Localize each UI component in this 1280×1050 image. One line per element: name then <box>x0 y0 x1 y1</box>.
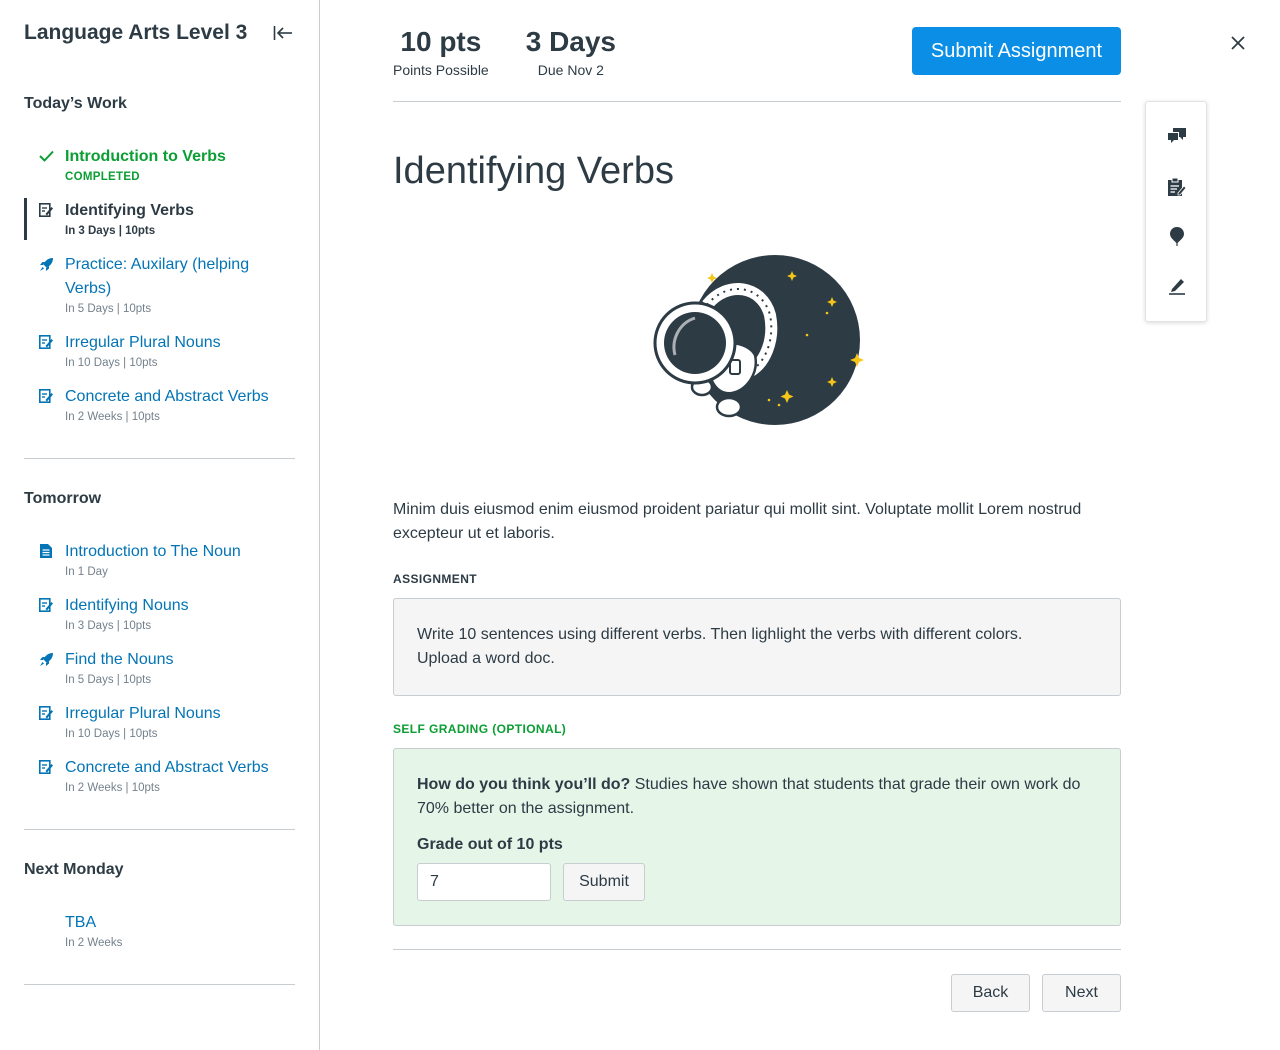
back-button[interactable]: Back <box>951 974 1030 1012</box>
assignment-main: 10 pts Points Possible 3 Days Due Nov 2 … <box>393 0 1121 1012</box>
submit-assignment-button[interactable]: Submit Assignment <box>912 27 1121 75</box>
sidebar-item-label: Identifying Verbs <box>65 202 194 219</box>
sidebar-item-concrete-and-abstract-verbs-2[interactable]: Concrete and Abstract Verbs In 2 Weeks |… <box>24 755 295 809</box>
astronaut-moon-image <box>653 255 864 425</box>
due-label: Due Nov 2 <box>537 62 604 78</box>
sidebar-item-label: Introduction to The Noun <box>65 543 241 560</box>
points-stat: 10 pts Points Possible <box>393 26 489 80</box>
sidebar-item-meta: In 3 Days | 10pts <box>65 620 152 632</box>
assignment-icon <box>38 334 54 350</box>
grade-input[interactable] <box>417 863 551 901</box>
assignment-icon <box>38 597 54 613</box>
points-label: Points Possible <box>393 62 489 78</box>
section-tomorrow: Tomorrow Introduction to The Noun In 1 D… <box>24 459 295 830</box>
assignment-header: 10 pts Points Possible 3 Days Due Nov 2 … <box>393 0 1121 102</box>
annotate-button[interactable] <box>1167 276 1187 296</box>
rocket-icon <box>38 256 54 272</box>
assignment-instructions: Write 10 sentences using different verbs… <box>393 598 1121 696</box>
tool-tray <box>1145 101 1207 322</box>
chat-bubbles-icon <box>1168 127 1186 143</box>
document-icon <box>38 543 54 559</box>
collapse-left-icon <box>273 26 292 40</box>
close-button[interactable] <box>1227 32 1249 54</box>
sidebar-item-label: Identifying Nouns <box>65 597 189 614</box>
sidebar-header: Language Arts Level 3 <box>24 0 295 64</box>
checkmark-icon <box>38 148 54 164</box>
assignment-text-line-1: Write 10 sentences using different verbs… <box>417 626 1023 643</box>
points-value: 10 pts <box>400 26 482 57</box>
sidebar-item-identifying-verbs[interactable]: Identifying Verbs In 3 Days | 10pts <box>24 198 295 252</box>
notes-icon <box>1168 178 1186 196</box>
notes-button[interactable] <box>1167 177 1187 197</box>
pencil-icon <box>1169 279 1185 295</box>
sidebar-item-irregular-plural-nouns[interactable]: Irregular Plural Nouns In 10 Days | 10pt… <box>24 330 295 384</box>
assignment-icon <box>38 705 54 721</box>
section-title: Today’s Work <box>24 95 127 112</box>
assignment-icon <box>38 759 54 775</box>
location-button[interactable] <box>1167 226 1187 246</box>
next-button[interactable]: Next <box>1042 974 1121 1012</box>
sidebar-item-concrete-and-abstract-verbs[interactable]: Concrete and Abstract Verbs In 2 Weeks |… <box>24 384 295 438</box>
astronaut-illustration <box>393 250 1121 450</box>
self-grading-prompt: How do you think you’ll do? Studies have… <box>417 773 1097 821</box>
sidebar-item-meta: In 10 Days | 10pts <box>65 357 158 369</box>
sidebar: Language Arts Level 3 Today’s Work Intro… <box>0 0 320 1050</box>
assignment-icon <box>38 388 54 404</box>
sidebar-item-meta: In 2 Weeks <box>65 937 123 949</box>
course-title: Language Arts Level 3 <box>24 21 248 44</box>
self-grading-heading: SELF GRADING (OPTIONAL) <box>393 722 567 736</box>
grade-label: Grade out of 10 pts <box>417 836 563 853</box>
section-title: Next Monday <box>24 861 124 878</box>
sidebar-item-meta: In 2 Weeks | 10pts <box>65 411 160 423</box>
sidebar-item-label: Introduction to Verbs <box>65 148 226 165</box>
sidebar-item-meta: In 5 Days | 10pts <box>65 303 152 315</box>
assignment-text-line-2: Upload a word doc. <box>417 650 555 667</box>
sidebar-item-tba[interactable]: TBA In 2 Weeks <box>24 910 295 964</box>
close-icon <box>1231 36 1245 50</box>
sidebar-item-label: Concrete and Abstract Verbs <box>65 759 269 776</box>
assignment-description: Minim duis eiusmod enim eiusmod proident… <box>393 501 1082 542</box>
grade-row: Submit <box>417 863 1097 901</box>
due-value: 3 Days <box>525 26 617 57</box>
rocket-icon <box>38 651 54 667</box>
self-grading-question: How do you think you’ll do? <box>417 776 631 793</box>
sidebar-item-introduction-to-the-noun[interactable]: Introduction to The Noun In 1 Day <box>24 539 295 593</box>
sidebar-item-status: COMPLETED <box>65 171 140 183</box>
due-stat: 3 Days Due Nov 2 <box>526 26 616 80</box>
sidebar-item-find-the-nouns[interactable]: Find the Nouns In 5 Days | 10pts <box>24 647 295 701</box>
page-title: Identifying Verbs <box>393 150 674 192</box>
assignment-icon <box>38 202 54 218</box>
sidebar-item-irregular-plural-nouns-2[interactable]: Irregular Plural Nouns In 10 Days | 10pt… <box>24 701 295 755</box>
sidebar-item-label: Practice: Auxilary (helping Verbs) <box>65 256 250 297</box>
sidebar-item-identifying-nouns[interactable]: Identifying Nouns In 3 Days | 10pts <box>24 593 295 647</box>
discussion-button[interactable] <box>1167 126 1187 146</box>
pagination-footer: Back Next <box>393 949 1121 1012</box>
sidebar-item-meta: In 2 Weeks | 10pts <box>65 782 160 794</box>
grade-submit-button[interactable]: Submit <box>563 863 645 901</box>
sidebar-item-label: Find the Nouns <box>65 651 174 668</box>
sidebar-item-label: Irregular Plural Nouns <box>65 705 221 722</box>
collapse-sidebar-button[interactable] <box>271 21 295 45</box>
sidebar-item-meta: In 1 Day <box>65 566 108 578</box>
sidebar-item-label: TBA <box>65 914 97 931</box>
sidebar-item-label: Irregular Plural Nouns <box>65 334 221 351</box>
sidebar-item-meta: In 5 Days | 10pts <box>65 674 152 686</box>
sidebar-item-meta: In 10 Days | 10pts <box>65 728 158 740</box>
self-grading-panel: How do you think you’ll do? Studies have… <box>393 748 1121 926</box>
section-todays-work: Today’s Work Introduction to Verbs COMPL… <box>24 64 295 459</box>
sidebar-item-introduction-to-verbs[interactable]: Introduction to Verbs COMPLETED <box>24 144 295 198</box>
section-next-monday: Next Monday TBA In 2 Weeks <box>24 830 295 985</box>
pin-icon <box>1170 226 1184 246</box>
assignment-heading: ASSIGNMENT <box>393 572 478 586</box>
sidebar-item-label: Concrete and Abstract Verbs <box>65 388 269 405</box>
section-title: Tomorrow <box>24 490 102 507</box>
sidebar-item-practice-auxilary[interactable]: Practice: Auxilary (helping Verbs) In 5 … <box>24 252 295 330</box>
sidebar-item-meta: In 3 Days | 10pts <box>65 225 156 237</box>
